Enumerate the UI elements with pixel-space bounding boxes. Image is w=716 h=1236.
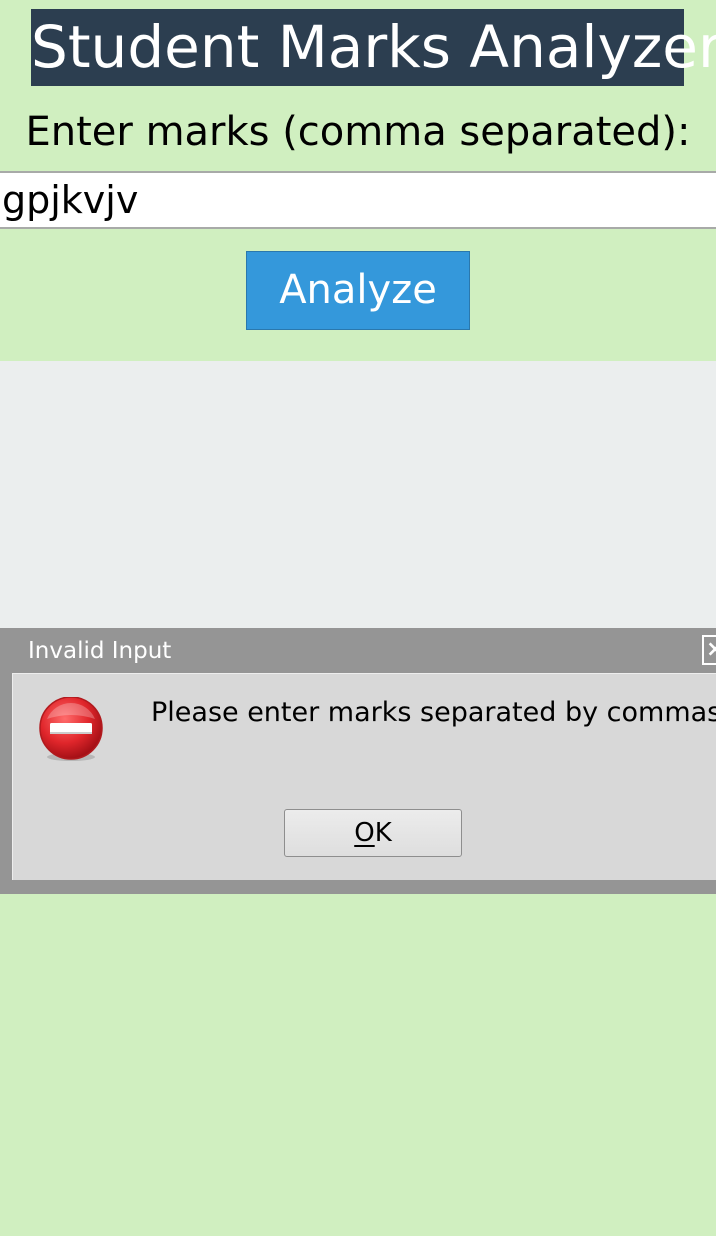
close-icon[interactable]: × [702,635,716,665]
result-area [0,361,716,629]
app-window: Student Marks Analyzer Enter marks (comm… [0,0,716,1236]
ok-button-label-rest: K [374,818,392,848]
marks-input[interactable]: gpjkvjv [0,171,716,229]
dialog-title: Invalid Input [28,638,172,664]
analyze-button[interactable]: Analyze [246,251,470,330]
error-icon [39,697,103,761]
ok-button[interactable]: OK [284,809,462,857]
ok-button-mnemonic: O [354,818,375,848]
app-title: Student Marks Analyzer [31,9,716,86]
marks-prompt-label: Enter marks (comma separated): [25,109,691,155]
dialog-message: Please enter marks separated by commas [151,697,716,728]
